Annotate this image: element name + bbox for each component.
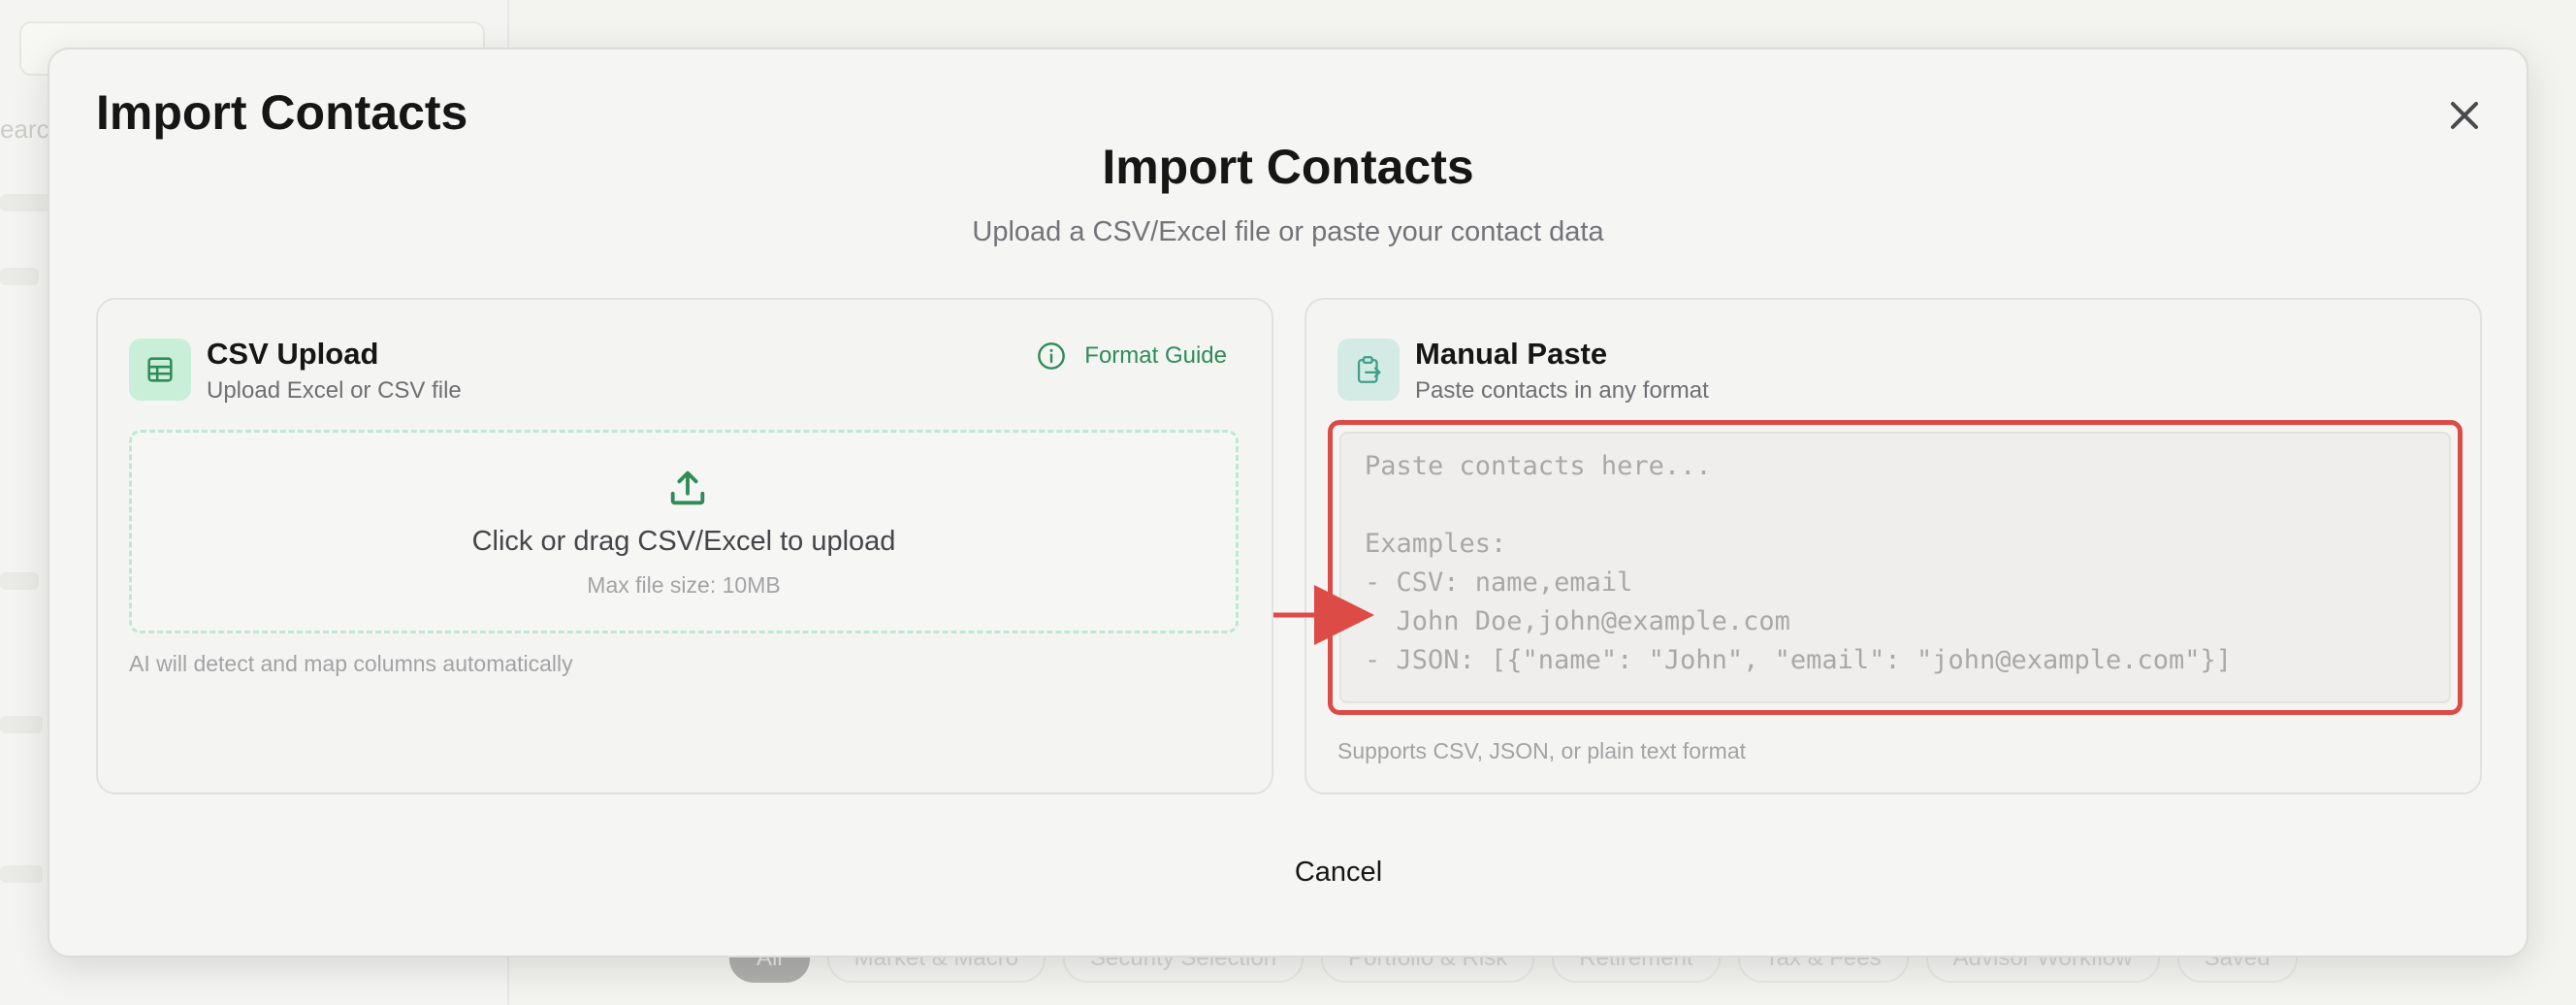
manual-paste-title: Manual Paste	[1415, 337, 1608, 371]
paste-contacts-textarea[interactable]	[1339, 432, 2451, 703]
dropzone-label: Click or drag CSV/Excel to upload	[471, 526, 896, 557]
csv-upload-title: CSV Upload	[207, 337, 379, 371]
supported-formats-note: Supports CSV, JSON, or plain text format	[1337, 738, 1746, 763]
page-heading: Import Contacts	[1102, 140, 1474, 194]
dialog-title: Import Contacts	[96, 85, 468, 140]
cancel-button[interactable]: Cancel	[1241, 847, 1435, 897]
csv-upload-card: CSV Upload Upload Excel or CSV file Form…	[96, 298, 1273, 794]
manual-paste-subtitle: Paste contacts in any format	[1415, 377, 1709, 404]
csv-upload-subtitle: Upload Excel or CSV file	[207, 377, 462, 404]
table-icon	[129, 339, 191, 401]
max-file-size: Max file size: 10MB	[587, 572, 781, 598]
page-subheading: Upload a CSV/Excel file or paste your co…	[972, 216, 1604, 247]
close-button[interactable]	[2441, 92, 2488, 139]
ai-detect-note: AI will detect and map columns automatic…	[129, 651, 573, 676]
import-contacts-dialog: Import Contacts Import Contacts Upload a…	[48, 48, 2528, 957]
format-guide-label: Format Guide	[1084, 342, 1227, 369]
upload-icon	[670, 470, 705, 505]
annotation-arrow-icon	[1273, 585, 1374, 645]
close-icon	[2451, 102, 2478, 129]
clipboard-icon	[1337, 339, 1400, 401]
manual-paste-card: Manual Paste Paste contacts in any forma…	[1304, 298, 2482, 794]
format-guide-button[interactable]: Format Guide	[1036, 340, 1227, 372]
info-icon	[1038, 342, 1066, 370]
file-dropzone[interactable]: Click or drag CSV/Excel to upload Max fi…	[129, 430, 1239, 633]
